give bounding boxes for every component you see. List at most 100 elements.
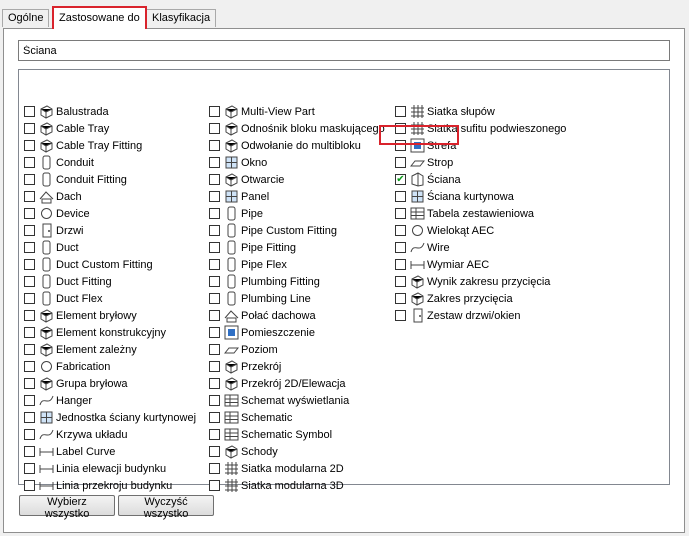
list-item[interactable]: Hanger [24,392,92,409]
list-item[interactable]: Odnośnik bloku maskującego [209,120,385,137]
list-item[interactable]: Zakres przycięcia [395,290,513,307]
list-item[interactable]: Linia przekroju budynku [24,477,172,494]
checkbox[interactable] [24,191,35,202]
list-item[interactable]: Pomieszczenie [209,324,315,341]
checkbox[interactable] [395,259,406,270]
checkbox[interactable] [24,395,35,406]
checkbox[interactable] [209,174,220,185]
checkbox[interactable] [209,480,220,491]
list-item[interactable]: Cable Tray [24,120,109,137]
checkbox[interactable] [24,412,35,423]
list-item[interactable]: Siatka modularna 2D [209,460,344,477]
list-item[interactable]: Strop [395,154,453,171]
tab-classification[interactable]: Klasyfikacja [146,9,217,27]
checkbox[interactable] [209,208,220,219]
list-item[interactable]: Siatka słupów [395,103,495,120]
list-item[interactable]: Ściana kurtynowa [395,188,514,205]
checkbox[interactable] [395,191,406,202]
list-item[interactable]: Duct Custom Fitting [24,256,153,273]
list-item[interactable]: Tabela zestawieniowa [395,205,534,222]
list-item[interactable]: Multi-View Part [209,103,315,120]
list-item[interactable]: Dach [24,188,82,205]
list-item[interactable]: Siatka sufitu podwieszonego [395,120,566,137]
list-item[interactable]: Element bryłowy [24,307,137,324]
checkbox[interactable] [24,106,35,117]
checkbox[interactable] [209,463,220,474]
list-item[interactable]: Cable Tray Fitting [24,137,142,154]
list-item[interactable]: Poziom [209,341,278,358]
list-item[interactable]: Odwołanie do multibloku [209,137,361,154]
checkbox[interactable] [24,259,35,270]
checkbox[interactable] [209,344,220,355]
list-item[interactable]: Drzwi [24,222,84,239]
list-item[interactable]: Krzywa układu [24,426,128,443]
clear-all-button[interactable]: Wyczyść wszystko [118,495,214,520]
checkbox[interactable] [209,310,220,321]
list-item[interactable]: Panel [209,188,269,205]
checkbox[interactable] [209,106,220,117]
checkbox[interactable] [209,123,220,134]
list-item[interactable]: Conduit [24,154,94,171]
list-item[interactable]: Pipe [209,205,263,222]
checkbox[interactable] [209,276,220,287]
list-item[interactable]: Przekrój [209,358,281,375]
list-item[interactable]: Pipe Custom Fitting [209,222,337,239]
checkbox[interactable] [395,293,406,304]
checkbox[interactable] [24,174,35,185]
list-item[interactable]: Device [24,205,90,222]
checkbox[interactable] [209,378,220,389]
checkbox[interactable] [209,225,220,236]
checkbox[interactable] [209,361,220,372]
checkbox[interactable] [24,157,35,168]
checkbox[interactable] [24,429,35,440]
list-item[interactable]: Schemat wyświetlania [209,392,349,409]
checkbox[interactable] [24,378,35,389]
checkbox[interactable] [395,157,406,168]
checkbox[interactable] [24,242,35,253]
list-item[interactable]: Wielokąt AEC [395,222,494,239]
list-item[interactable]: Siatka modularna 3D [209,477,344,494]
list-item[interactable]: Element konstrukcyjny [24,324,166,341]
list-item[interactable]: Okno [209,154,267,171]
search-input[interactable] [18,40,670,61]
list-item[interactable]: Label Curve [24,443,115,460]
list-item[interactable]: Przekrój 2D/Elewacja [209,375,346,392]
list-item[interactable]: Wire [395,239,450,256]
checkbox[interactable] [209,191,220,202]
checkbox[interactable] [24,208,35,219]
list-item[interactable]: Pipe Fitting [209,239,296,256]
list-item[interactable]: Schematic [209,409,292,426]
list-item[interactable]: Linia elewacji budynku [24,460,166,477]
checkbox-checked[interactable]: ✔ [395,174,406,185]
checkbox[interactable] [395,208,406,219]
checkbox[interactable] [24,344,35,355]
tab-general[interactable]: Ogólne [2,9,50,27]
checkbox[interactable] [209,140,220,151]
list-item[interactable]: ✔ Ściana [395,171,461,188]
checkbox[interactable] [395,225,406,236]
tab-applies-to[interactable]: Zastosowane do [52,6,147,29]
checkbox[interactable] [24,293,35,304]
checkbox[interactable] [395,140,406,151]
list-item[interactable]: Plumbing Fitting [209,273,320,290]
checkbox[interactable] [209,395,220,406]
list-item[interactable]: Grupa bryłowa [24,375,128,392]
checkbox[interactable] [209,429,220,440]
list-item[interactable]: Balustrada [24,103,109,120]
checkbox[interactable] [24,140,35,151]
list-item[interactable]: Fabrication [24,358,110,375]
list-item[interactable]: Jednostka ściany kurtynowej [24,409,196,426]
checkbox[interactable] [395,106,406,117]
list-item[interactable]: Element zależny [24,341,137,358]
checkbox[interactable] [209,242,220,253]
checkbox[interactable] [24,276,35,287]
list-item[interactable]: Duct Fitting [24,273,112,290]
checkbox[interactable] [24,480,35,491]
checkbox[interactable] [24,327,35,338]
checkbox[interactable] [395,310,406,321]
list-item[interactable]: Połać dachowa [209,307,316,324]
checkbox[interactable] [209,446,220,457]
checkbox[interactable] [209,327,220,338]
list-item[interactable]: Schematic Symbol [209,426,332,443]
checkbox[interactable] [24,446,35,457]
